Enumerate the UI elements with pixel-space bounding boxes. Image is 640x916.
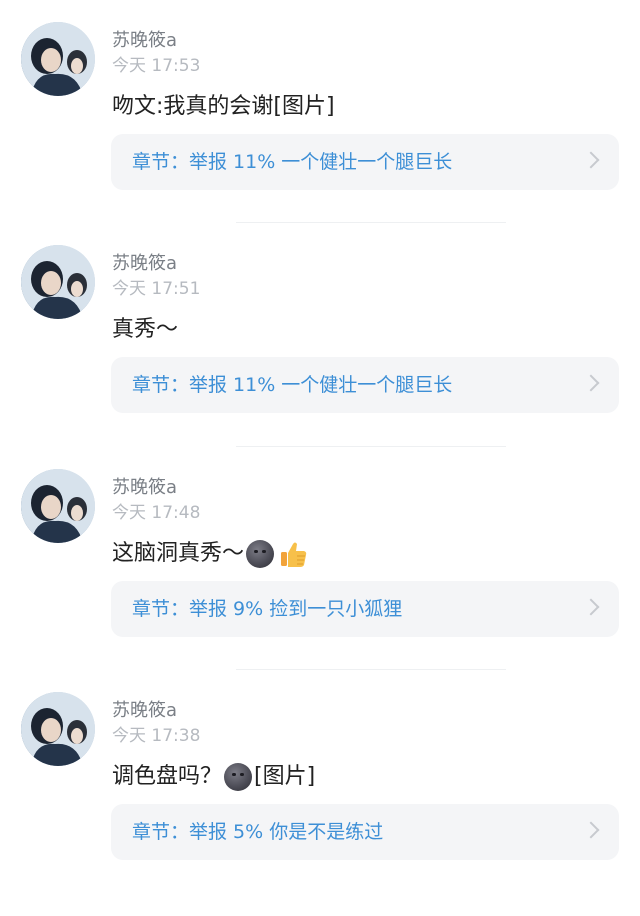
comment-text-content: 调色盘吗？ [112, 764, 223, 789]
moon-face-icon [246, 540, 275, 568]
comment-text-content: 真秀～ [112, 317, 179, 342]
chevron-right-icon [582, 598, 600, 616]
avatar[interactable] [21, 22, 95, 96]
comment-text: 吻文:我真的会谢[图片] [112, 92, 335, 122]
timestamp: 今天 17:48 [112, 503, 201, 523]
chapter-link-card[interactable]: 章节：举报 5% 你是不是练过 [111, 804, 619, 860]
comment-text-suffix: [图片] [254, 764, 316, 789]
divider [236, 669, 506, 670]
comment-text: 真秀～ [112, 315, 178, 345]
avatar-image [21, 245, 95, 319]
comment-feed: 苏晚筱a 今天 17:53 吻文:我真的会谢[图片] 章节：举报 11% 一个健… [0, 0, 640, 877]
username[interactable]: 苏晚筱a [112, 30, 177, 52]
avatar-image [21, 22, 95, 96]
username[interactable]: 苏晚筱a [112, 477, 177, 499]
comment-item: 苏晚筱a 今天 17:53 吻文:我真的会谢[图片] 章节：举报 11% 一个健… [0, 22, 640, 246]
timestamp: 今天 17:51 [112, 279, 201, 299]
comment-text: 调色盘吗？ [图片] [112, 762, 315, 792]
chevron-right-icon [582, 821, 600, 839]
chapter-link-text: 章节：举报 11% 一个健壮一个腿巨长 [132, 374, 453, 396]
username[interactable]: 苏晚筱a [112, 253, 177, 275]
chevron-right-icon [582, 374, 600, 392]
avatar[interactable] [21, 692, 95, 766]
avatar-image [21, 469, 95, 543]
comment-item: 苏晚筱a 今天 17:48 这脑洞真秀～ 章节：举报 9% 捡到一只小狐狸 [0, 469, 640, 693]
timestamp: 今天 17:53 [112, 56, 201, 76]
chapter-link-text: 章节：举报 5% 你是不是练过 [132, 821, 384, 843]
comment-item: 苏晚筱a 今天 17:51 真秀～ 章节：举报 11% 一个健壮一个腿巨长 [0, 245, 640, 469]
avatar-image [21, 692, 95, 766]
chapter-link-card[interactable]: 章节：举报 9% 捡到一只小狐狸 [111, 581, 619, 637]
chapter-link-card[interactable]: 章节：举报 11% 一个健壮一个腿巨长 [111, 357, 619, 413]
avatar[interactable] [21, 469, 95, 543]
divider [236, 446, 506, 447]
timestamp: 今天 17:38 [112, 726, 201, 746]
username[interactable]: 苏晚筱a [112, 700, 177, 722]
chapter-link-card[interactable]: 章节：举报 11% 一个健壮一个腿巨长 [111, 134, 619, 190]
chevron-right-icon [582, 151, 600, 169]
chapter-link-text: 章节：举报 9% 捡到一只小狐狸 [132, 598, 403, 620]
comment-text-content: 吻文:我真的会谢[图片] [112, 94, 335, 119]
divider [236, 222, 506, 223]
chapter-link-text: 章节：举报 11% 一个健壮一个腿巨长 [132, 151, 453, 173]
avatar[interactable] [21, 245, 95, 319]
comment-text: 这脑洞真秀～ [112, 539, 308, 569]
thumbs-up-icon [278, 539, 308, 569]
comment-item: 苏晚筱a 今天 17:38 调色盘吗？ [图片] 章节：举报 5% 你是不是练过 [0, 692, 640, 916]
comment-text-content: 这脑洞真秀～ [112, 541, 245, 566]
moon-face-icon [224, 763, 253, 791]
